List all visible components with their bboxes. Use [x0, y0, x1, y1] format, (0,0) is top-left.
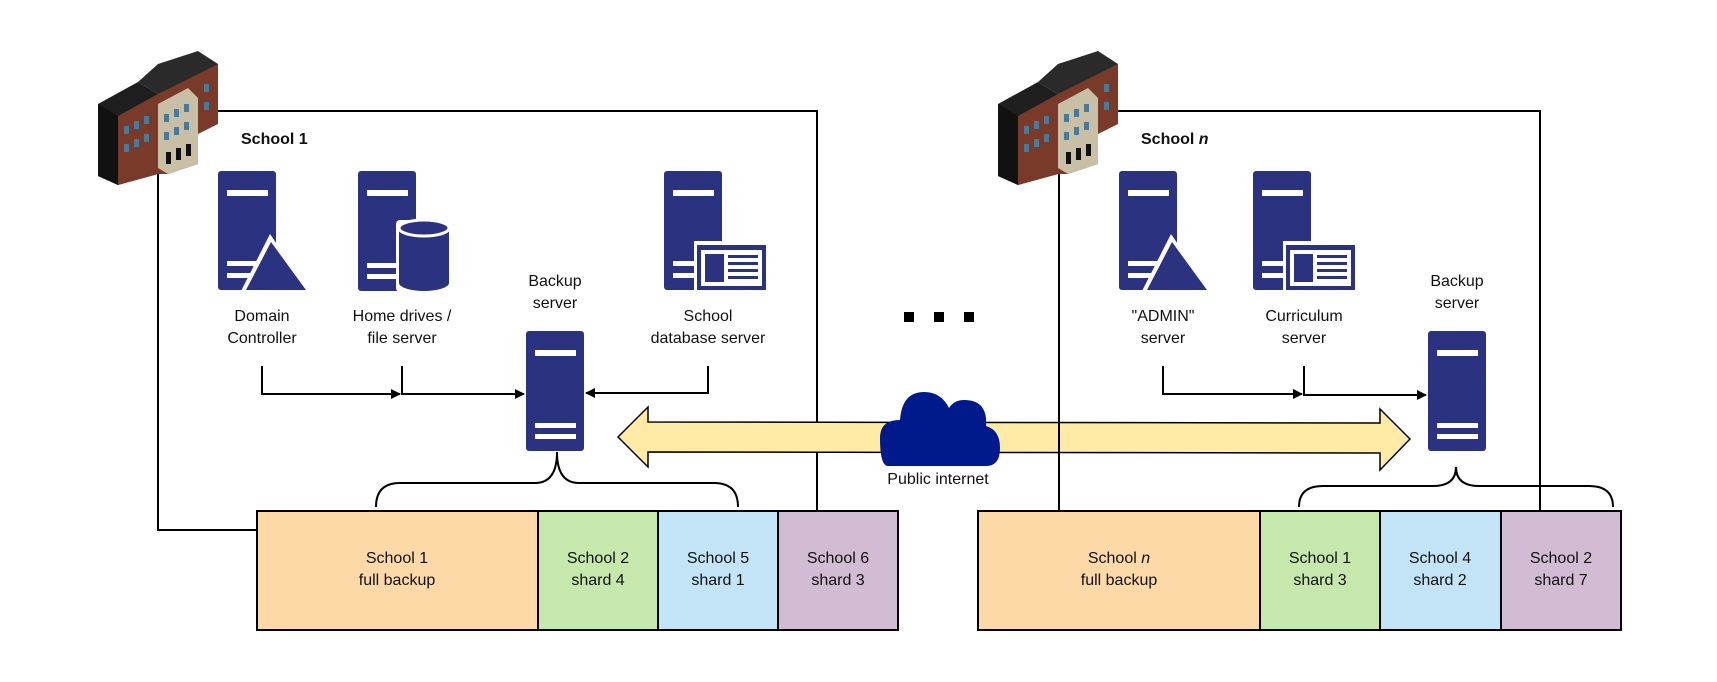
storage-label: shard 3	[811, 572, 864, 589]
backup-architecture-diagram: School 1 Domain Controller Home drives /…	[98, 51, 1622, 631]
storage-label: School 2	[567, 550, 629, 567]
connector-arrow	[1303, 366, 1427, 400]
storage-label: School 6	[807, 550, 869, 567]
school-building-icon	[98, 51, 218, 185]
storage-brace	[1298, 466, 1614, 508]
backup-server-label: server	[533, 295, 578, 312]
storage-label: shard 1	[691, 572, 744, 589]
storage-segment	[657, 510, 779, 631]
storage-label: full backup	[1081, 572, 1158, 589]
storage-label: full backup	[359, 572, 436, 589]
storage-brace	[375, 451, 739, 508]
storage-segment	[1379, 510, 1502, 631]
file-server-icon	[358, 171, 452, 292]
storage-label: School 1	[1289, 550, 1351, 567]
school-n-title: School n	[1141, 131, 1209, 148]
server-label: Curriculum	[1265, 308, 1342, 325]
connector-arrow	[261, 366, 401, 399]
connector-arrow	[1162, 366, 1303, 399]
school-building-icon	[998, 51, 1118, 185]
storage-label: School 4	[1409, 550, 1471, 567]
ellipsis-dots	[904, 312, 974, 322]
internet-double-arrow	[616, 405, 1412, 472]
storage-segment	[537, 510, 659, 631]
admin-server-icon	[1119, 171, 1211, 293]
database-server-icon	[664, 171, 769, 292]
server-label: server	[1141, 330, 1186, 347]
storage-segment	[977, 510, 1261, 631]
server-label: database server	[651, 330, 766, 347]
storage-label: School 5	[687, 550, 749, 567]
backup-server-icon	[526, 331, 584, 451]
storage-label: School 2	[1530, 550, 1592, 567]
server-label: file server	[367, 330, 437, 347]
storage-segment	[777, 510, 899, 631]
storage-label: shard 2	[1413, 572, 1466, 589]
storage-label: School n	[1088, 550, 1150, 567]
backup-server-label: Backup	[1430, 273, 1483, 290]
curriculum-server-icon	[1253, 171, 1358, 292]
school-1-site: School 1 Domain Controller Home drives /…	[98, 51, 818, 531]
school-1-storage: School 1 full backup School 2 shard 4 Sc…	[256, 510, 899, 631]
storage-segment	[1500, 510, 1622, 631]
connector-arrow	[401, 366, 525, 399]
server-label: School	[684, 308, 733, 325]
server-label: Domain	[234, 308, 289, 325]
school-n-storage: School n full backup School 1 shard 3 Sc…	[977, 510, 1622, 631]
school-1-title: School 1	[241, 131, 308, 148]
storage-segment	[1259, 510, 1381, 631]
storage-label: shard 4	[571, 572, 624, 589]
storage-label: School 1	[366, 550, 428, 567]
server-label: "ADMIN"	[1132, 308, 1195, 325]
storage-label: shard 3	[1293, 572, 1346, 589]
internet-label: Public internet	[887, 471, 989, 488]
backup-server-label: Backup	[528, 273, 581, 290]
backup-server-label: server	[1435, 295, 1480, 312]
connector-arrow	[585, 366, 709, 398]
domain-controller-server-icon	[218, 171, 310, 293]
storage-label: shard 7	[1534, 572, 1587, 589]
server-label: Home drives /	[353, 308, 452, 325]
server-label: Controller	[227, 330, 297, 347]
backup-server-icon	[1428, 331, 1486, 451]
cloud-icon	[880, 392, 1000, 466]
storage-segment	[256, 510, 539, 631]
server-label: server	[1282, 330, 1327, 347]
